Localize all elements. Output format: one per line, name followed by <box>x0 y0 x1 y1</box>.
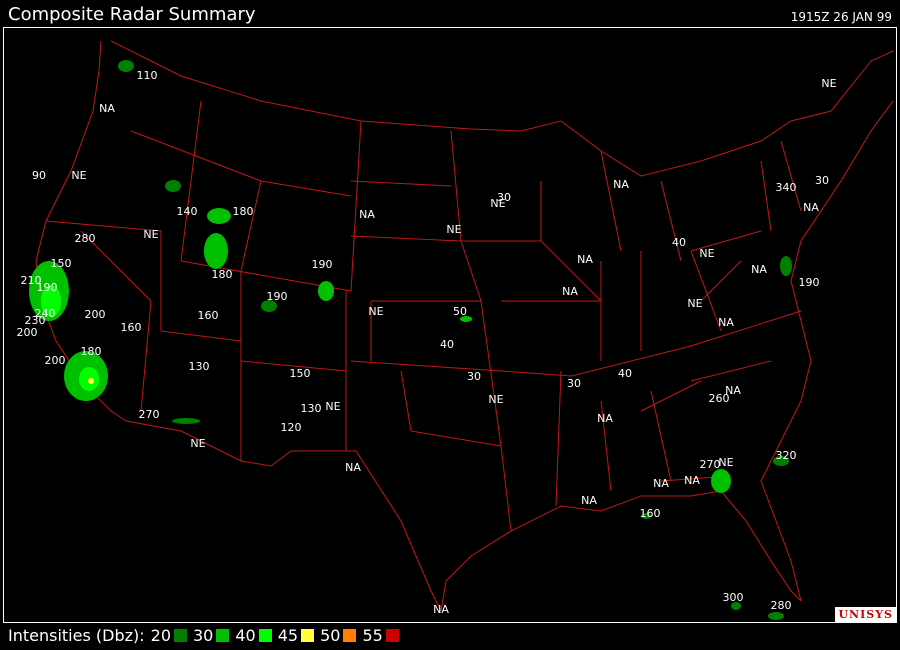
border-mexico <box>125 420 442 612</box>
legend-item-30: 30 <box>193 626 230 645</box>
border-canada <box>110 40 894 177</box>
echo-virginia <box>780 256 792 276</box>
map-label-l33: NE <box>446 223 461 236</box>
map-label-l15: 200 <box>85 308 106 321</box>
map-label-l41: NA <box>613 178 629 191</box>
map-label-l27: 150 <box>290 367 311 380</box>
echo-oregon <box>165 180 181 192</box>
map-label-l63: NA <box>803 201 819 214</box>
map-label-l51: NA <box>581 494 597 507</box>
map-label-l40: 30 <box>497 191 511 204</box>
map-label-l66: 280 <box>771 599 792 612</box>
map-label-l48: 30 <box>567 377 581 390</box>
intensity-legend: Intensities (Dbz): 20 30 40 45 50 55 <box>8 626 399 645</box>
map-label-l50: NA <box>597 412 613 425</box>
map-label-l25: 270 <box>139 408 160 421</box>
legend-item-40: 40 <box>235 626 272 645</box>
map-label-l58: NA <box>684 474 700 487</box>
echo-new-mexico <box>172 418 200 424</box>
page-title: Composite Radar Summary <box>8 4 256 25</box>
echo-idaho-2 <box>204 233 228 269</box>
map-label-l29: 120 <box>281 421 302 434</box>
map-label-l2: NA <box>99 102 115 115</box>
echo-colorado <box>318 281 334 301</box>
map-label-l31: NA <box>345 461 361 474</box>
map-label-l65: 300 <box>723 591 744 604</box>
map-label-l45: NE <box>699 247 714 260</box>
map-canvas: 110NANE90 NE140 180NE280150210190240230 200… <box>17 40 894 620</box>
map-label-l32: NA <box>359 208 375 221</box>
map-label-l23: 190 <box>267 290 288 303</box>
coastline-gulf <box>440 490 802 612</box>
map-label-l20: 180 <box>212 268 233 281</box>
map-label-l19: 200 <box>45 354 66 367</box>
map-label-l43: NA <box>562 285 578 298</box>
map-label-l6: 140 <box>177 205 198 218</box>
unisys-logo: UNISYS <box>835 607 896 622</box>
echo-caribbean-2 <box>768 612 784 620</box>
map-label-l9: 280 <box>75 232 96 245</box>
map-label-l24: 130 <box>189 360 210 373</box>
legend-swatch <box>301 629 315 642</box>
map-label-l10: 150 <box>51 257 72 270</box>
map-label-l30: NE <box>325 400 340 413</box>
legend-swatch <box>343 629 357 642</box>
map-label-l49: 40 <box>618 367 632 380</box>
map-label-l36: 40 <box>440 338 454 351</box>
map-label-l38: NE <box>488 393 503 406</box>
echo-idaho <box>207 208 231 224</box>
legend-swatch <box>385 629 399 642</box>
map-label-l34: NE <box>368 305 383 318</box>
radar-echoes <box>29 60 792 620</box>
map-label-l47: NA <box>718 316 734 329</box>
radar-map[interactable]: 110 NA NE 90 NE 140 180 NE 280 150 210 190 240 230 200… <box>3 27 897 623</box>
map-label-l57: 320 <box>776 449 797 462</box>
map-label-l53: NA <box>653 477 669 490</box>
echo-pacific-nw <box>118 60 134 72</box>
map-label-l4: 90 <box>32 169 46 182</box>
map-label-l21: 160 <box>198 309 219 322</box>
map-label-l22: 190 <box>312 258 333 271</box>
map-label-l52: 160 <box>640 507 661 520</box>
echo-florida <box>711 469 731 493</box>
map-label-l46: NE <box>687 297 702 310</box>
map-label-l60: NA <box>751 263 767 276</box>
map-label-l1: 110 <box>137 69 158 82</box>
map-label-l35: 50 <box>453 305 467 318</box>
map-label-l56: NA <box>725 384 741 397</box>
timestamp: 1915Z 26 JAN 99 <box>790 10 892 24</box>
state-borders <box>35 40 894 612</box>
map-label-l37: 30 <box>467 370 481 383</box>
map-label-l17: 160 <box>121 321 142 334</box>
legend-item-45: 45 <box>278 626 315 645</box>
map-label-l44: 40 <box>672 236 686 249</box>
map-label-l67: NA <box>433 603 449 616</box>
map-label-l61: 340 <box>776 181 797 194</box>
map-label-l59: 190 <box>799 276 820 289</box>
map-labels: 110NANE90 NE140 180NE280150210190240230 200… <box>17 69 837 616</box>
map-label-l18: 180 <box>81 345 102 358</box>
legend-item-55: 55 <box>362 626 399 645</box>
map-label-l8: NE <box>143 228 158 241</box>
map-label-l7: 180 <box>233 205 254 218</box>
map-label-l64: NE <box>718 456 733 469</box>
legend-swatch <box>174 629 187 642</box>
map-label-l3: NE <box>821 77 836 90</box>
legend-swatch <box>258 629 272 642</box>
legend-swatch <box>216 629 230 642</box>
map-label-l26: NE <box>190 437 205 450</box>
map-label-l54: 270 <box>700 458 721 471</box>
map-label-l28: 130 <box>301 402 322 415</box>
map-label-l62: 30 <box>815 174 829 187</box>
echo-ca-south-peak <box>88 378 94 384</box>
map-label-l5: NE <box>71 169 86 182</box>
map-label-l12: 190 <box>37 281 58 294</box>
legend-label: Intensities (Dbz): <box>8 626 145 645</box>
legend-item-20: 20 <box>151 626 187 645</box>
legend-item-50: 50 <box>320 626 357 645</box>
map-label-l16: 200 <box>17 326 38 339</box>
map-label-l42: NA <box>577 253 593 266</box>
